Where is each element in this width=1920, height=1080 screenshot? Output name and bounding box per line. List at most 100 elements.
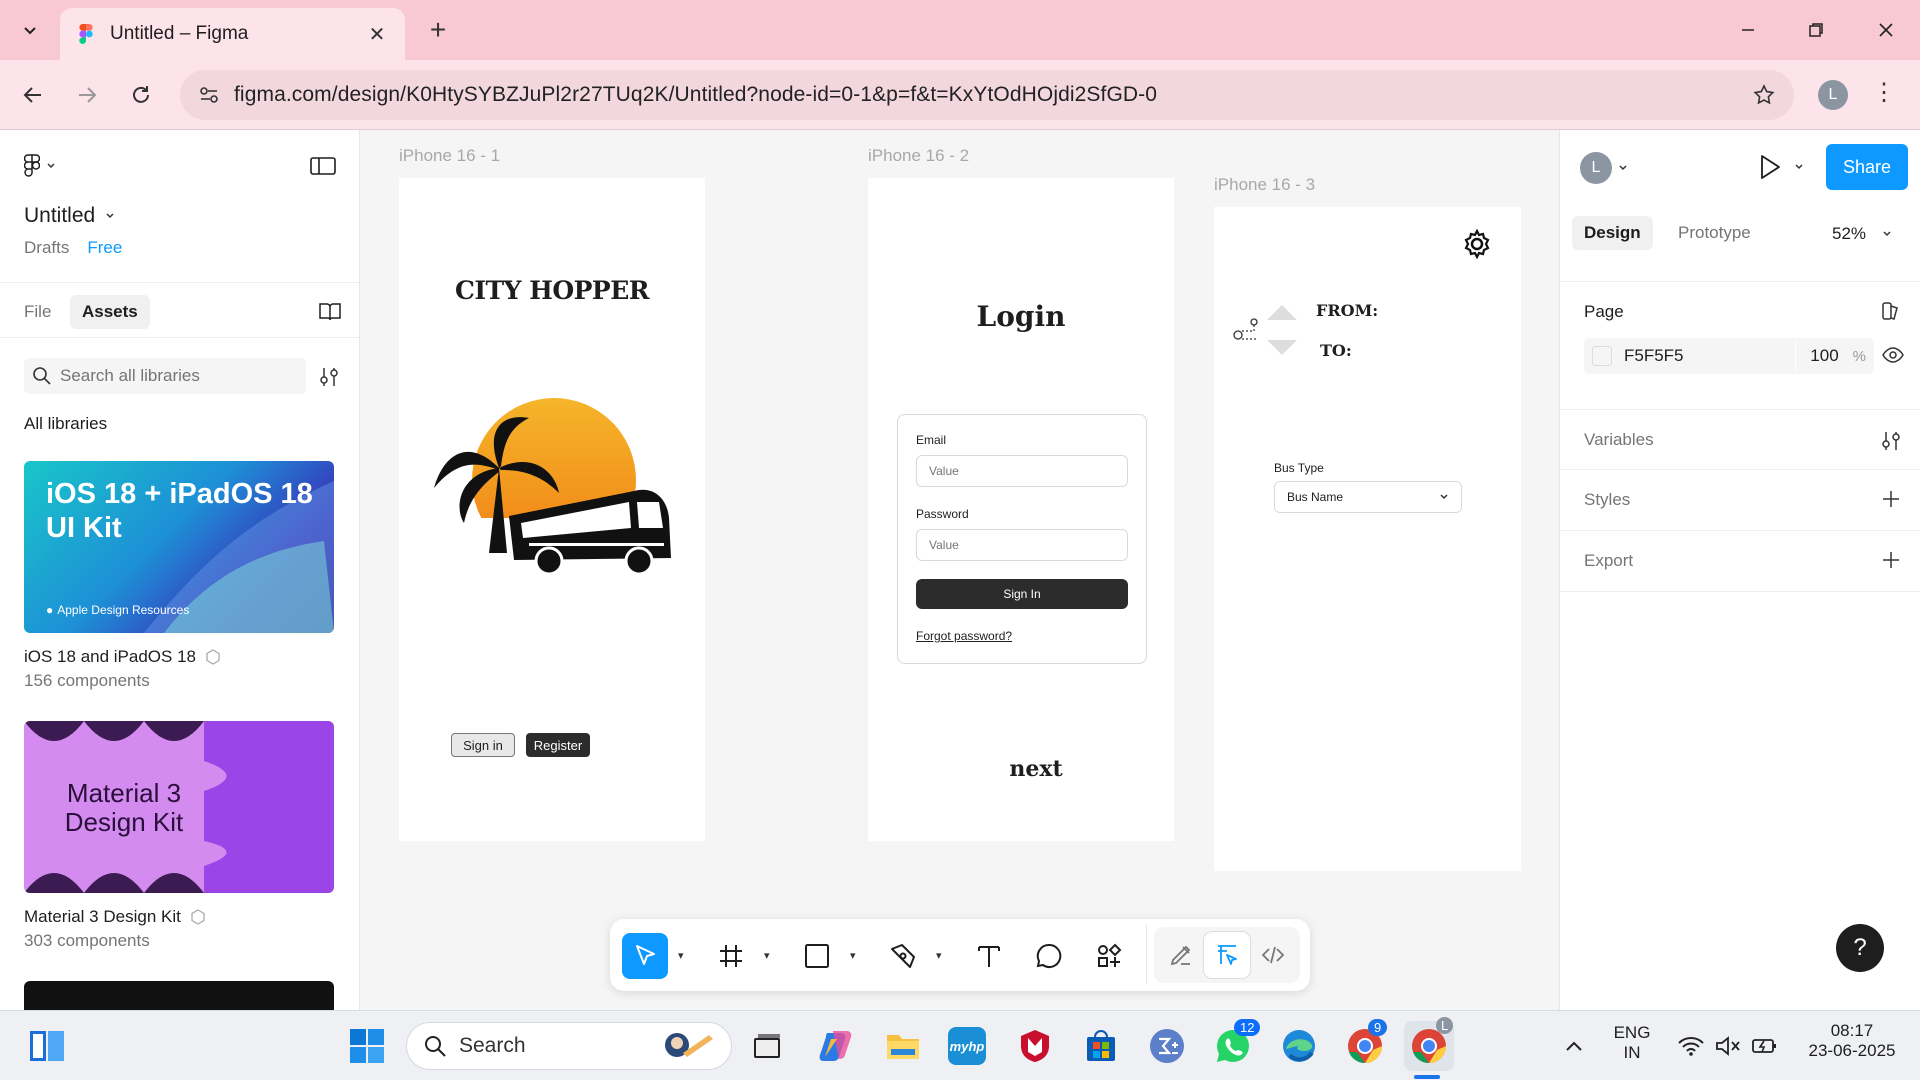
myhp-button[interactable]: myhp [948, 1027, 986, 1065]
toggle-sidebar-button[interactable] [310, 156, 336, 181]
dev-mode-button[interactable] [1250, 932, 1296, 978]
text-tool[interactable] [966, 933, 1012, 979]
back-button[interactable] [14, 76, 52, 114]
file-name-button[interactable]: Untitled [24, 204, 115, 228]
comment-tool[interactable] [1026, 933, 1072, 979]
library-search-input[interactable] [60, 366, 280, 386]
frame-iphone-16-1[interactable]: CITY HOPPER Sign in Register [399, 178, 705, 841]
whatsapp-button[interactable]: 12 [1212, 1019, 1261, 1067]
pen-tool[interactable] [880, 933, 926, 979]
restore-button[interactable] [1786, 10, 1846, 50]
register-button[interactable]: Register [526, 733, 590, 757]
library-card-next[interactable] [24, 981, 334, 1010]
actions-tool[interactable] [1086, 933, 1132, 979]
add-export-icon[interactable] [1882, 551, 1900, 569]
browser-menu-icon[interactable]: ⋮ [1872, 78, 1896, 107]
filter-adjust-icon[interactable] [318, 366, 340, 388]
next-button[interactable]: next [868, 756, 1174, 782]
start-button[interactable] [346, 1025, 388, 1067]
new-tab-button[interactable]: + [420, 14, 456, 46]
library-name-material[interactable]: Material 3 Design Kit [24, 907, 207, 927]
plan-badge[interactable]: Free [87, 238, 122, 258]
address-bar[interactable]: figma.com/design/K0HtySYBZJuPl2r27TUq2K/… [180, 70, 1794, 120]
forward-button[interactable] [68, 76, 106, 114]
email-field[interactable] [916, 455, 1128, 487]
forgot-password-link[interactable]: Forgot password? [916, 629, 1012, 643]
frame-tool-caret-icon[interactable]: ▾ [764, 949, 770, 962]
profile-avatar[interactable]: L [1818, 80, 1848, 110]
frame-label-1[interactable]: iPhone 16 - 1 [399, 146, 500, 166]
shape-tool[interactable] [794, 933, 840, 979]
taskbar-search[interactable]: Search [406, 1022, 732, 1070]
widgets-button[interactable] [26, 1025, 68, 1067]
tab-search-button[interactable] [12, 12, 48, 48]
variables-adjust-icon[interactable] [1880, 430, 1902, 452]
minimize-button[interactable] [1718, 10, 1778, 50]
multiplayer-avatar-button[interactable]: L [1580, 152, 1628, 184]
draw-mode-button[interactable] [1158, 932, 1204, 978]
pen-tool-caret-icon[interactable]: ▾ [936, 949, 942, 962]
export-section[interactable]: Export [1560, 531, 1920, 592]
frame-iphone-16-2[interactable]: Login Email Password Sign In Forgot pass… [868, 178, 1174, 841]
password-field[interactable] [916, 529, 1128, 561]
system-tray-status[interactable] [1668, 1025, 1788, 1067]
sign-in-button[interactable]: Sign in [451, 733, 515, 757]
show-hidden-icons-button[interactable] [1554, 1025, 1594, 1067]
library-search-field[interactable] [24, 358, 306, 394]
reload-button[interactable] [122, 76, 160, 114]
mcafee-button[interactable] [1014, 1025, 1056, 1067]
bus-type-select[interactable]: Bus Name [1274, 481, 1462, 513]
chrome-button[interactable]: 9 [1344, 1019, 1388, 1067]
page-color-swatch[interactable] [1592, 346, 1612, 366]
from-label[interactable]: FROM: [1316, 301, 1378, 320]
math-app-button[interactable] [1146, 1025, 1188, 1067]
site-settings-icon[interactable] [198, 84, 220, 106]
edge-button[interactable] [1278, 1025, 1320, 1067]
add-style-icon[interactable] [1882, 490, 1900, 508]
frame-tool[interactable] [708, 933, 754, 979]
settings-gear-icon[interactable] [1462, 229, 1492, 259]
bookmark-star-icon[interactable] [1752, 83, 1776, 107]
main-menu-button[interactable] [24, 154, 56, 178]
tab-file[interactable]: File [12, 295, 63, 329]
move-tool[interactable] [622, 933, 668, 979]
close-window-button[interactable] [1856, 10, 1916, 50]
microsoft-store-button[interactable] [1080, 1025, 1122, 1067]
present-button[interactable] [1758, 154, 1804, 180]
swap-arrows-icon[interactable] [1266, 303, 1298, 357]
page-color-styles-icon[interactable] [1880, 300, 1902, 322]
eye-visibility-icon[interactable] [1882, 346, 1904, 364]
file-explorer-button[interactable] [882, 1025, 924, 1067]
tab-prototype[interactable]: Prototype [1670, 216, 1759, 250]
language-indicator[interactable]: ENG IN [1604, 1023, 1660, 1063]
clock[interactable]: 08:17 23-06-2025 [1796, 1021, 1908, 1061]
frame-label-3[interactable]: iPhone 16 - 3 [1214, 175, 1315, 195]
library-book-icon[interactable] [318, 301, 342, 323]
library-name-ios[interactable]: iOS 18 and iPadOS 18 [24, 647, 222, 667]
styles-section[interactable]: Styles [1560, 470, 1920, 531]
browser-tab-active[interactable]: Untitled – Figma ✕ [60, 8, 405, 60]
share-button[interactable]: Share [1826, 144, 1908, 190]
library-card-ios[interactable]: iOS 18 + iPadOS 18 UI Kit ● Apple Design… [24, 461, 334, 633]
page-color-hex[interactable]: F5F5F5 [1624, 346, 1684, 366]
library-card-material[interactable]: Material 3 Design Kit [24, 721, 334, 893]
page-fill-field[interactable]: F5F5F5 100 % [1584, 338, 1874, 374]
tab-design[interactable]: Design [1572, 216, 1653, 250]
chrome-active-window[interactable]: L [1404, 1017, 1454, 1071]
sign-in-submit-button[interactable]: Sign In [916, 579, 1128, 609]
frame-iphone-16-3[interactable]: FROM: TO: Bus Type Bus Name [1214, 207, 1521, 871]
zoom-control[interactable]: 52% [1832, 224, 1892, 244]
task-view-button[interactable] [746, 1025, 788, 1067]
frame-label-2[interactable]: iPhone 16 - 2 [868, 146, 969, 166]
shape-tool-caret-icon[interactable]: ▾ [850, 949, 856, 962]
design-mode-button[interactable] [1204, 932, 1250, 978]
close-tab-icon[interactable]: ✕ [365, 22, 389, 47]
tab-assets[interactable]: Assets [70, 295, 150, 329]
variables-section[interactable]: Variables [1560, 410, 1920, 470]
page-opacity-value[interactable]: 100 [1810, 346, 1838, 366]
design-canvas[interactable]: iPhone 16 - 1 CITY HOPPER Sign in Regist… [361, 130, 1559, 1010]
to-label[interactable]: TO: [1320, 341, 1352, 360]
drafts-link[interactable]: Drafts [24, 238, 69, 258]
copilot-button[interactable] [816, 1025, 858, 1067]
help-button[interactable]: ? [1836, 924, 1884, 972]
